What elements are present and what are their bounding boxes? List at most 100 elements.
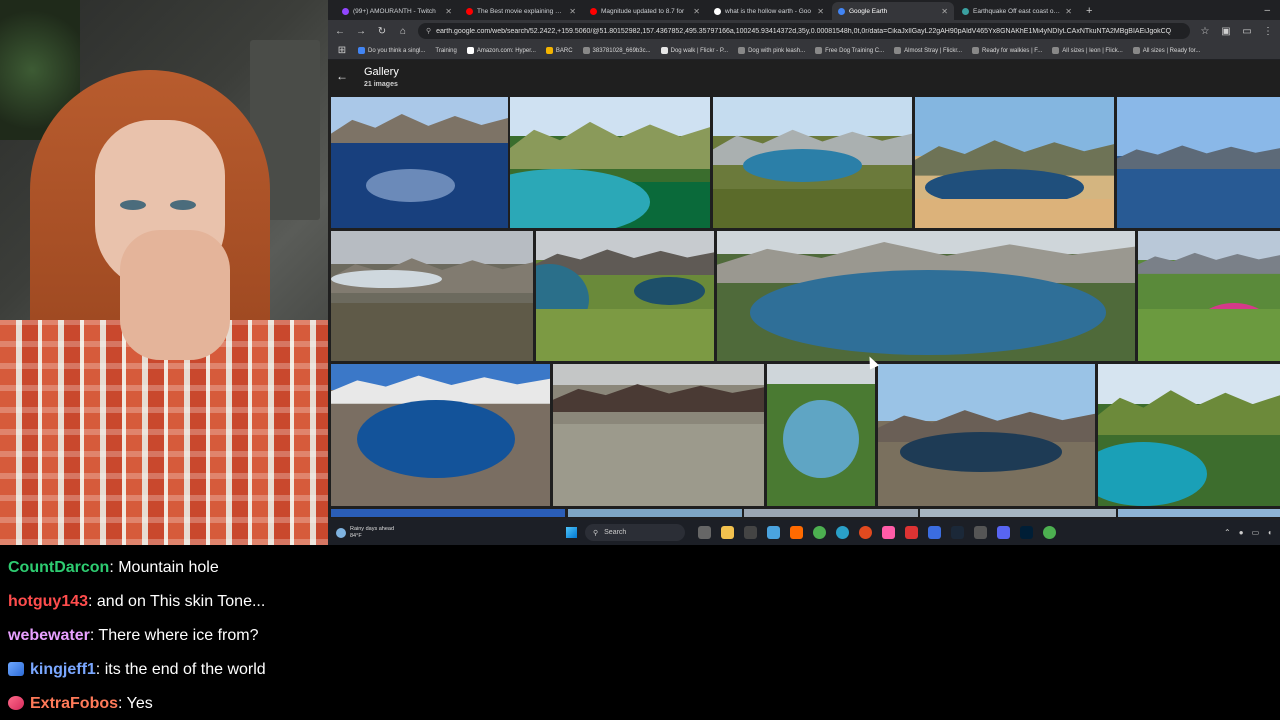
bookmark-item[interactable]: 383781028_669b3c... (582, 47, 651, 54)
chat-username[interactable]: CountDarcon (8, 559, 109, 576)
discord-icon[interactable] (997, 526, 1010, 539)
gallery-image[interactable] (331, 97, 508, 228)
app-icon[interactable] (928, 526, 941, 539)
menu-icon[interactable]: ⋮ (1262, 26, 1274, 37)
bookmark-label: Dog with pink leash... (748, 47, 806, 54)
windows-start-icon[interactable] (566, 527, 577, 538)
browser-tab[interactable]: what is the hollow earth - Goo ✕ (708, 2, 830, 20)
microphone-icon[interactable]: ● (1239, 528, 1244, 537)
gallery-image[interactable] (568, 509, 742, 517)
gallery-image[interactable] (553, 364, 764, 506)
firefox-icon[interactable] (859, 526, 872, 539)
bookmark-favicon-icon (358, 47, 365, 54)
gallery-image[interactable] (1118, 509, 1280, 517)
app-icon[interactable] (790, 526, 803, 539)
chrome-icon[interactable] (1043, 526, 1056, 539)
gallery-image[interactable] (536, 231, 714, 361)
bookmark-item[interactable]: Free Dog Training C... (815, 47, 884, 54)
bookmark-item[interactable]: Dog walk | Flickr - P... (660, 47, 729, 54)
weather-widget[interactable]: Rainy days ahead 84°F (336, 526, 566, 540)
chat-username[interactable]: ExtraFobos (30, 695, 118, 712)
gallery-image[interactable] (331, 364, 550, 506)
site-info-icon[interactable]: ⚲ (426, 27, 431, 35)
back-arrow-icon[interactable]: ← (334, 26, 346, 37)
split-view-icon[interactable]: ▭ (1241, 26, 1253, 37)
steam-icon[interactable] (951, 526, 964, 539)
bookmark-star-icon[interactable]: ☆ (1199, 26, 1211, 37)
browser-tab[interactable]: Magnitude updated to 8.7 for ✕ (584, 2, 706, 20)
reload-icon[interactable]: ↻ (376, 26, 388, 37)
gallery-image[interactable] (713, 97, 912, 228)
bookmark-item[interactable]: BARC (545, 47, 573, 54)
extensions-icon[interactable]: ▣ (1220, 26, 1232, 37)
back-arrow-icon[interactable]: ← (336, 69, 348, 83)
gallery-image[interactable] (915, 97, 1114, 228)
chat-username[interactable]: webewater (8, 627, 90, 644)
gallery-image[interactable] (331, 231, 533, 361)
chat-username[interactable]: kingjeff1 (30, 661, 96, 678)
chat-message: hotguy143: and on This skin Tone... (8, 585, 402, 619)
forward-arrow-icon[interactable]: → (355, 26, 367, 37)
browser-tab-active[interactable]: Google Earth ✕ (832, 2, 954, 20)
gallery-image[interactable] (717, 231, 1135, 361)
close-icon[interactable]: ✕ (569, 7, 576, 16)
taskbar-search[interactable]: ⚲ Search (585, 524, 685, 541)
bookmark-label: Do you think a singl... (368, 47, 426, 54)
app-icon[interactable] (882, 526, 895, 539)
chat-username[interactable]: hotguy143 (8, 593, 88, 610)
browser-tab[interactable]: Earthquake Off east coast of K ✕ (956, 2, 1078, 20)
photoshop-icon[interactable] (1020, 526, 1033, 539)
browser-tab[interactable]: (99+) AMOURANTH - Twitch ✕ (336, 2, 458, 20)
new-tab-icon[interactable]: + (1080, 2, 1098, 20)
minimize-icon[interactable]: – (1264, 2, 1270, 20)
gallery-image[interactable] (331, 509, 565, 517)
file-explorer-icon[interactable] (721, 526, 734, 539)
bits-badge-icon (8, 696, 24, 710)
url-text: earth.google.com/web/search/52.2422,+159… (436, 27, 1172, 35)
bookmark-label: Amazon.com: Hyper... (476, 47, 536, 54)
gallery-header: ← Gallery 21 images (328, 60, 1280, 96)
chrome-icon[interactable] (813, 526, 826, 539)
gallery-image[interactable] (920, 509, 1116, 517)
volume-icon[interactable]: ◖ (1267, 528, 1272, 537)
gallery-image[interactable] (1138, 231, 1280, 361)
apps-grid-icon[interactable]: ⊞ (336, 45, 348, 56)
bookmark-item[interactable]: Almost Stray | Flickr... (894, 47, 962, 54)
bookmark-item[interactable]: Amazon.com: Hyper... (466, 47, 536, 54)
bookmark-item[interactable]: Do you think a singl... (358, 47, 425, 54)
bookmark-favicon-icon (466, 47, 474, 54)
close-icon[interactable]: ✕ (445, 7, 452, 16)
app-icon[interactable] (905, 526, 918, 539)
close-icon[interactable]: ✕ (941, 7, 948, 16)
app-icon[interactable] (974, 526, 987, 539)
edge-icon[interactable] (836, 526, 849, 539)
bookmark-item[interactable]: All sizes | leon | Flick... (1052, 47, 1123, 54)
app-icon[interactable] (744, 526, 757, 539)
close-icon[interactable]: ✕ (1065, 7, 1072, 16)
tab-favicon-icon (342, 7, 349, 15)
bookmark-item[interactable]: All sizes | Ready for... (1132, 47, 1200, 54)
app-icon[interactable] (767, 526, 780, 539)
browser-window: (99+) AMOURANTH - Twitch ✕ The Best movi… (328, 0, 1280, 545)
close-icon[interactable]: ✕ (693, 7, 700, 16)
gallery-image[interactable] (510, 97, 710, 228)
close-icon[interactable]: ✕ (817, 7, 824, 16)
gallery-image[interactable] (744, 509, 918, 517)
chevron-up-icon[interactable]: ⌃ (1224, 528, 1231, 537)
bookmark-item[interactable]: Training (435, 48, 456, 54)
gallery-image[interactable] (878, 364, 1095, 506)
task-view-icon[interactable] (698, 526, 711, 539)
chat-panel: CountDarcon: Mountain hole hotguy143: an… (0, 545, 410, 720)
bookmark-item[interactable]: Ready for walkies | F... (972, 47, 1042, 54)
home-icon[interactable]: ⌂ (397, 26, 409, 37)
bookmark-label: Dog walk | Flickr - P... (670, 47, 729, 54)
browser-tab[interactable]: The Best movie explaining Noa ✕ (460, 2, 582, 20)
bookmark-label: Ready for walkies | F... (982, 47, 1043, 54)
address-bar[interactable]: ⚲ earth.google.com/web/search/52.2422,+1… (418, 23, 1190, 39)
gallery-image[interactable] (1117, 97, 1280, 228)
bookmark-item[interactable]: Dog with pink leash... (738, 47, 805, 54)
tab-favicon-icon (590, 7, 597, 15)
gallery-image[interactable] (1098, 364, 1280, 506)
gallery-image[interactable] (767, 364, 875, 506)
network-icon[interactable]: ▭ (1252, 528, 1260, 537)
